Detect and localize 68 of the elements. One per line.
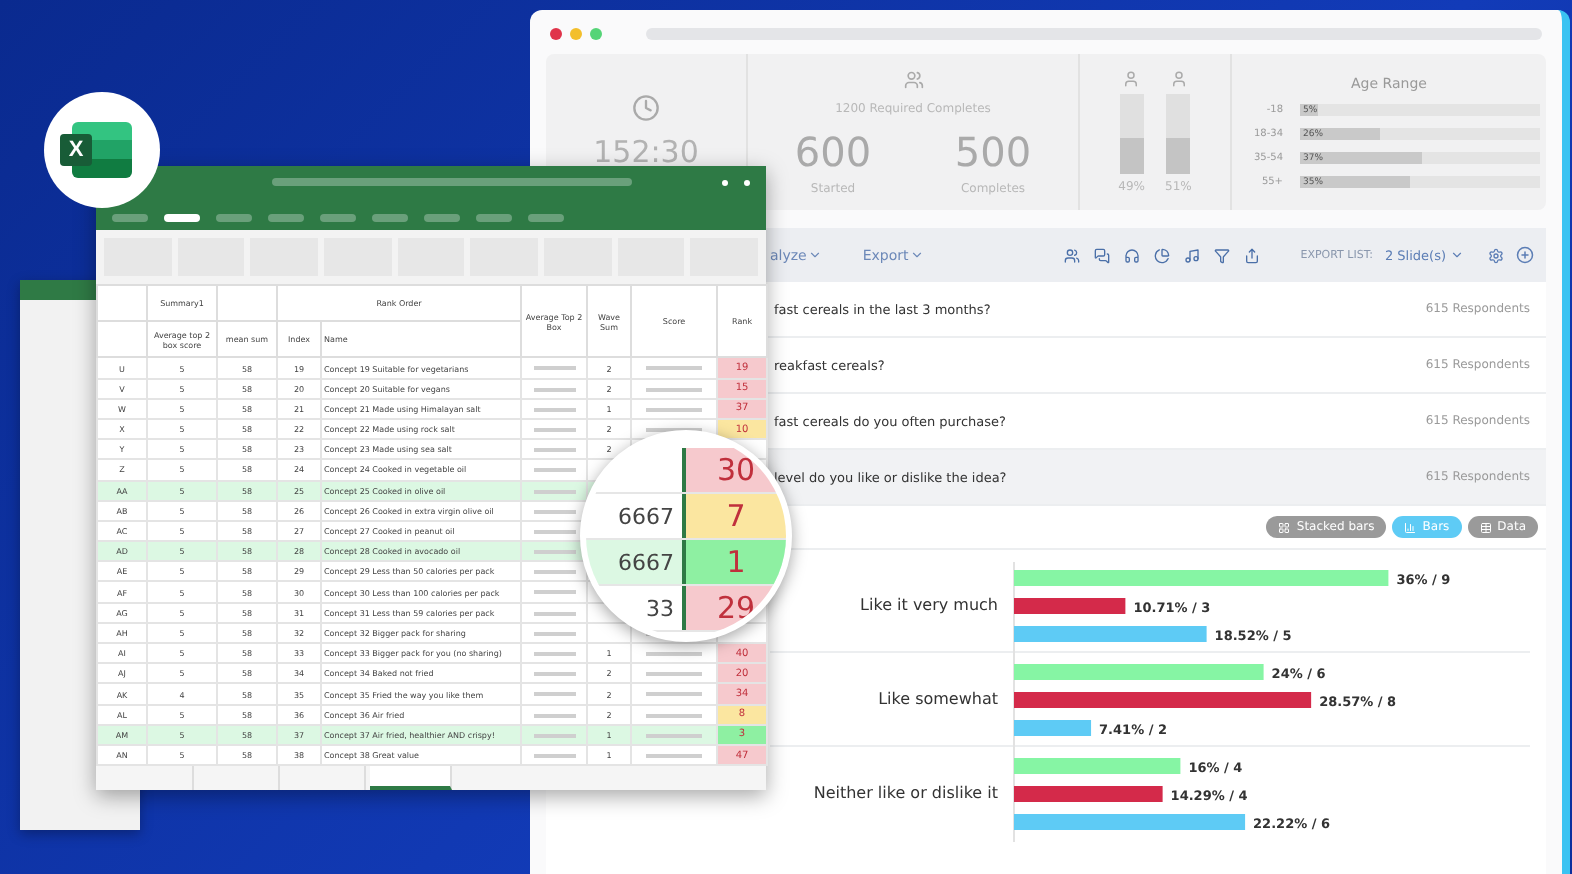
- blurred-text-placeholder: [646, 733, 703, 738]
- stacked-bars-icon: [1278, 521, 1291, 533]
- blurred-text-placeholder: [533, 366, 576, 371]
- blurred-text-placeholder: [646, 692, 703, 697]
- caret-icon: [910, 248, 925, 262]
- blurred-text-placeholder: [646, 672, 703, 677]
- spreadsheet-app-logo: X: [44, 92, 160, 208]
- blurred-text-placeholder: [533, 427, 576, 432]
- blurred-text-placeholder: [646, 387, 703, 392]
- rank-cell: 7: [682, 494, 786, 538]
- headphones-icon[interactable]: [1124, 247, 1141, 263]
- timer: 152:30: [593, 134, 699, 170]
- settings-icon[interactable]: [1488, 247, 1504, 263]
- blurred-text-placeholder: [533, 733, 576, 738]
- window-dot: [744, 179, 750, 185]
- blurred-text-placeholder: [533, 489, 576, 494]
- blurred-text-placeholder: [533, 631, 576, 636]
- window-dot[interactable]: [590, 28, 602, 40]
- blurred-text-placeholder: [646, 407, 703, 412]
- chat-icon[interactable]: [1094, 247, 1111, 263]
- blurred-text-placeholder: [646, 427, 703, 432]
- blurred-text-placeholder: [646, 713, 703, 718]
- blurred-text-placeholder: [533, 509, 576, 514]
- blurred-text-placeholder: [533, 570, 576, 575]
- blurred-text-placeholder: [533, 448, 576, 453]
- blurred-text-placeholder: [533, 468, 576, 473]
- blurred-text-placeholder: [533, 550, 576, 555]
- blurred-text-placeholder: [646, 652, 703, 657]
- caret-icon: [1450, 248, 1464, 262]
- person-icon: [1169, 70, 1188, 88]
- category-label: Like somewhat: [878, 690, 998, 708]
- count-value: 600: [794, 127, 872, 175]
- category-label: Like it very much: [860, 596, 998, 614]
- window-dot[interactable]: [570, 28, 582, 40]
- sheet-tab[interactable]: [370, 766, 452, 790]
- blurred-text-placeholder: [533, 590, 576, 595]
- score-cell-text: 6667: [616, 501, 676, 533]
- blurred-text-placeholder: [533, 713, 576, 718]
- count-value: 500: [954, 127, 1032, 175]
- add-icon[interactable]: [1516, 246, 1534, 264]
- users-icon: [903, 69, 923, 89]
- blurred-text-placeholder: [533, 407, 576, 412]
- blurred-text-placeholder: [646, 366, 703, 371]
- person-icon: [1122, 70, 1141, 88]
- score-cell-text: 33: [644, 593, 676, 625]
- share-icon[interactable]: [1244, 247, 1261, 263]
- blurred-text-placeholder: [533, 753, 576, 758]
- note-icon[interactable]: [1184, 247, 1201, 263]
- blurred-text-placeholder: [533, 652, 576, 657]
- blurred-text-placeholder: [533, 692, 576, 697]
- blurred-text-placeholder: [533, 611, 576, 616]
- menu-tab-placeholder[interactable]: [164, 214, 200, 223]
- bar-chart-icon: [1404, 521, 1417, 533]
- users-icon[interactable]: [1064, 247, 1081, 263]
- score-cell-text: 6667: [616, 547, 676, 579]
- blurred-text-placeholder: [533, 387, 576, 392]
- pie-chart-icon[interactable]: [1154, 247, 1171, 263]
- window-dot: [722, 179, 728, 185]
- clock-icon: [632, 94, 660, 122]
- category-label: Neither like or dislike it: [813, 784, 998, 802]
- caret-icon: [808, 248, 823, 262]
- table-icon: [1479, 521, 1492, 533]
- filter-icon[interactable]: [1214, 247, 1231, 263]
- blurred-text-placeholder: [533, 529, 576, 534]
- rank-cell: 1: [682, 540, 786, 584]
- blurred-text-placeholder: [646, 753, 703, 758]
- window-dot[interactable]: [550, 28, 562, 40]
- blurred-text-placeholder: [533, 672, 576, 677]
